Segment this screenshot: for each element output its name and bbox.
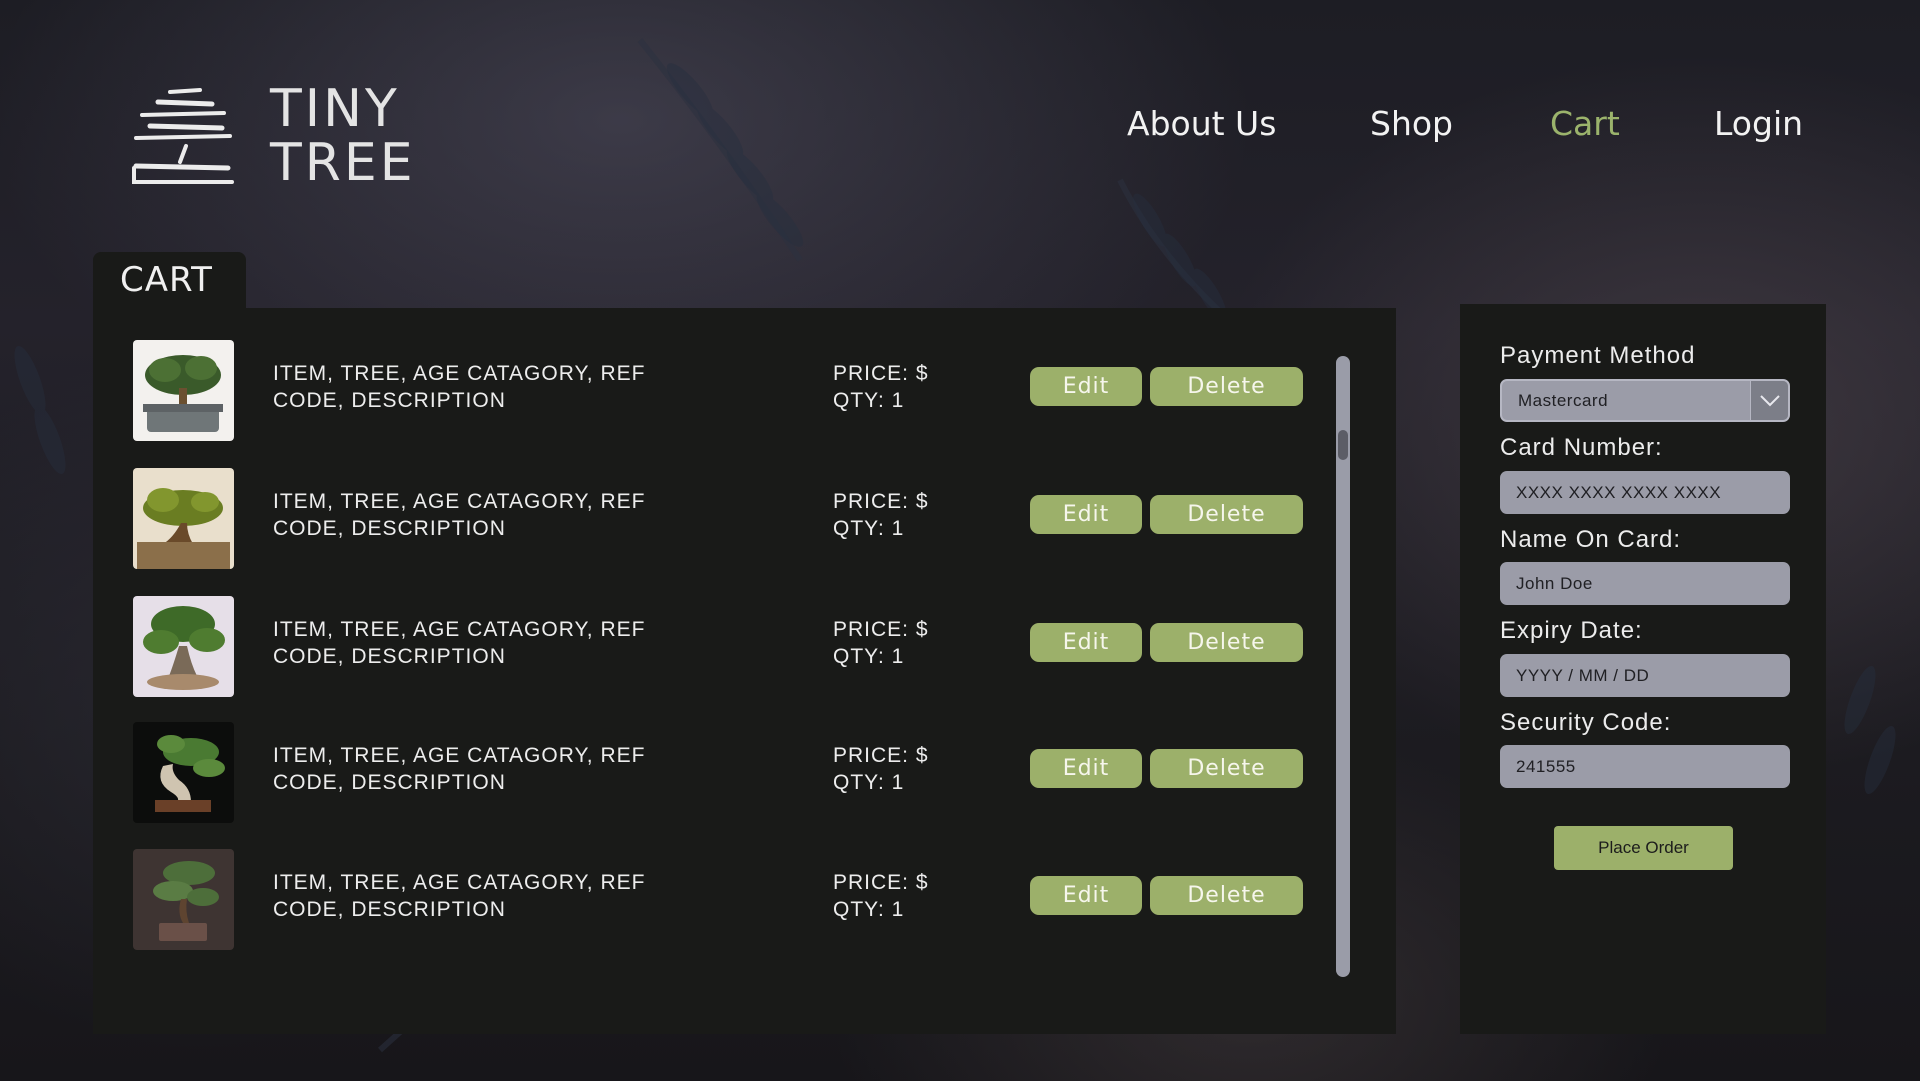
item-description: ITEM, TREE, AGE CATAGORY, REF CODE, DESC…	[273, 871, 646, 921]
chevron-down-icon[interactable]	[1750, 381, 1788, 420]
cart-item: ITEM, TREE, AGE CATAGORY, REF CODE, DESC…	[93, 849, 1396, 953]
brand-name-line1: TINY	[270, 79, 400, 139]
edit-button[interactable]: Edit	[1030, 876, 1142, 915]
nav-cart[interactable]: Cart	[1550, 104, 1620, 143]
cart-item: ITEM, TREE, AGE CATAGORY, REF CODE, DESC…	[93, 596, 1396, 700]
item-qty: QTY: 1	[833, 771, 905, 794]
edit-button[interactable]: Edit	[1030, 367, 1142, 406]
tiny-tree-logo-icon	[132, 88, 234, 184]
edit-button[interactable]: Edit	[1030, 749, 1142, 788]
payment-panel: Payment Method Mastercard Card Number: X…	[1460, 304, 1826, 1034]
item-qty: QTY: 1	[833, 898, 905, 921]
delete-button[interactable]: Delete	[1150, 495, 1303, 534]
cart-item: ITEM, TREE, AGE CATAGORY, REF CODE, DESC…	[93, 468, 1396, 572]
item-description: ITEM, TREE, AGE CATAGORY, REF CODE, DESC…	[273, 490, 646, 540]
name-on-card-field[interactable]: John Doe	[1500, 562, 1790, 605]
item-price: PRICE: $	[833, 362, 929, 385]
item-qty: QTY: 1	[833, 645, 905, 668]
expiry-date-field[interactable]: YYYY / MM / DD	[1500, 654, 1790, 697]
place-order-button[interactable]: Place Order	[1554, 826, 1733, 870]
delete-button[interactable]: Delete	[1150, 623, 1303, 662]
brand-name: TINY TREE	[270, 83, 416, 191]
cart-item: ITEM, TREE, AGE CATAGORY, REF CODE, DESC…	[93, 722, 1396, 826]
item-price: PRICE: $	[833, 490, 929, 513]
bonsai-thumbnail	[133, 596, 234, 697]
nav-shop[interactable]: Shop	[1370, 104, 1453, 143]
item-price-qty: PRICE: $ QTY: 1	[833, 869, 993, 923]
item-description: ITEM, TREE, AGE CATAGORY, REF CODE, DESC…	[273, 618, 646, 668]
item-description: ITEM, TREE, AGE CATAGORY, REF CODE, DESC…	[273, 362, 646, 412]
item-price: PRICE: $	[833, 871, 929, 894]
item-price-qty: PRICE: $ QTY: 1	[833, 616, 993, 670]
brand-name-line2: TREE	[270, 133, 416, 193]
card-number-field[interactable]: XXXX XXXX XXXX XXXX	[1500, 471, 1790, 514]
edit-button[interactable]: Edit	[1030, 623, 1142, 662]
item-price-qty: PRICE: $ QTY: 1	[833, 742, 993, 796]
main-nav: About Us Shop Cart Login	[1080, 104, 1815, 154]
item-price: PRICE: $	[833, 618, 929, 641]
bonsai-thumbnail	[133, 722, 234, 823]
payment-method-value: Mastercard	[1518, 391, 1609, 410]
security-code-field[interactable]: 241555	[1500, 745, 1790, 788]
item-description: ITEM, TREE, AGE CATAGORY, REF CODE, DESC…	[273, 744, 646, 794]
delete-button[interactable]: Delete	[1150, 367, 1303, 406]
cart-panel: ITEM, TREE, AGE CATAGORY, REF CODE, DESC…	[93, 308, 1396, 1034]
name-on-card-label: Name On Card:	[1500, 526, 1682, 553]
cart-scrollbar[interactable]	[1336, 356, 1350, 977]
item-qty: QTY: 1	[833, 517, 905, 540]
bonsai-thumbnail	[133, 468, 234, 569]
expiry-date-label: Expiry Date:	[1500, 617, 1643, 644]
item-price-qty: PRICE: $ QTY: 1	[833, 488, 993, 542]
cart-title: CART	[120, 260, 213, 300]
edit-button[interactable]: Edit	[1030, 495, 1142, 534]
item-price-qty: PRICE: $ QTY: 1	[833, 360, 993, 414]
item-qty: QTY: 1	[833, 389, 905, 412]
payment-method-label: Payment Method	[1500, 342, 1696, 369]
card-number-label: Card Number:	[1500, 434, 1663, 461]
security-code-label: Security Code:	[1500, 709, 1672, 736]
nav-login[interactable]: Login	[1714, 104, 1803, 143]
nav-about-us[interactable]: About Us	[1127, 104, 1276, 143]
cart-item: ITEM, TREE, AGE CATAGORY, REF CODE, DESC…	[93, 340, 1396, 444]
delete-button[interactable]: Delete	[1150, 749, 1303, 788]
delete-button[interactable]: Delete	[1150, 876, 1303, 915]
scrollbar-thumb[interactable]	[1338, 430, 1348, 460]
bonsai-thumbnail	[133, 849, 234, 950]
payment-method-select[interactable]: Mastercard	[1500, 379, 1790, 422]
item-price: PRICE: $	[833, 744, 929, 767]
brand-logo[interactable]: TINY TREE	[128, 82, 416, 192]
bonsai-thumbnail	[133, 340, 234, 441]
